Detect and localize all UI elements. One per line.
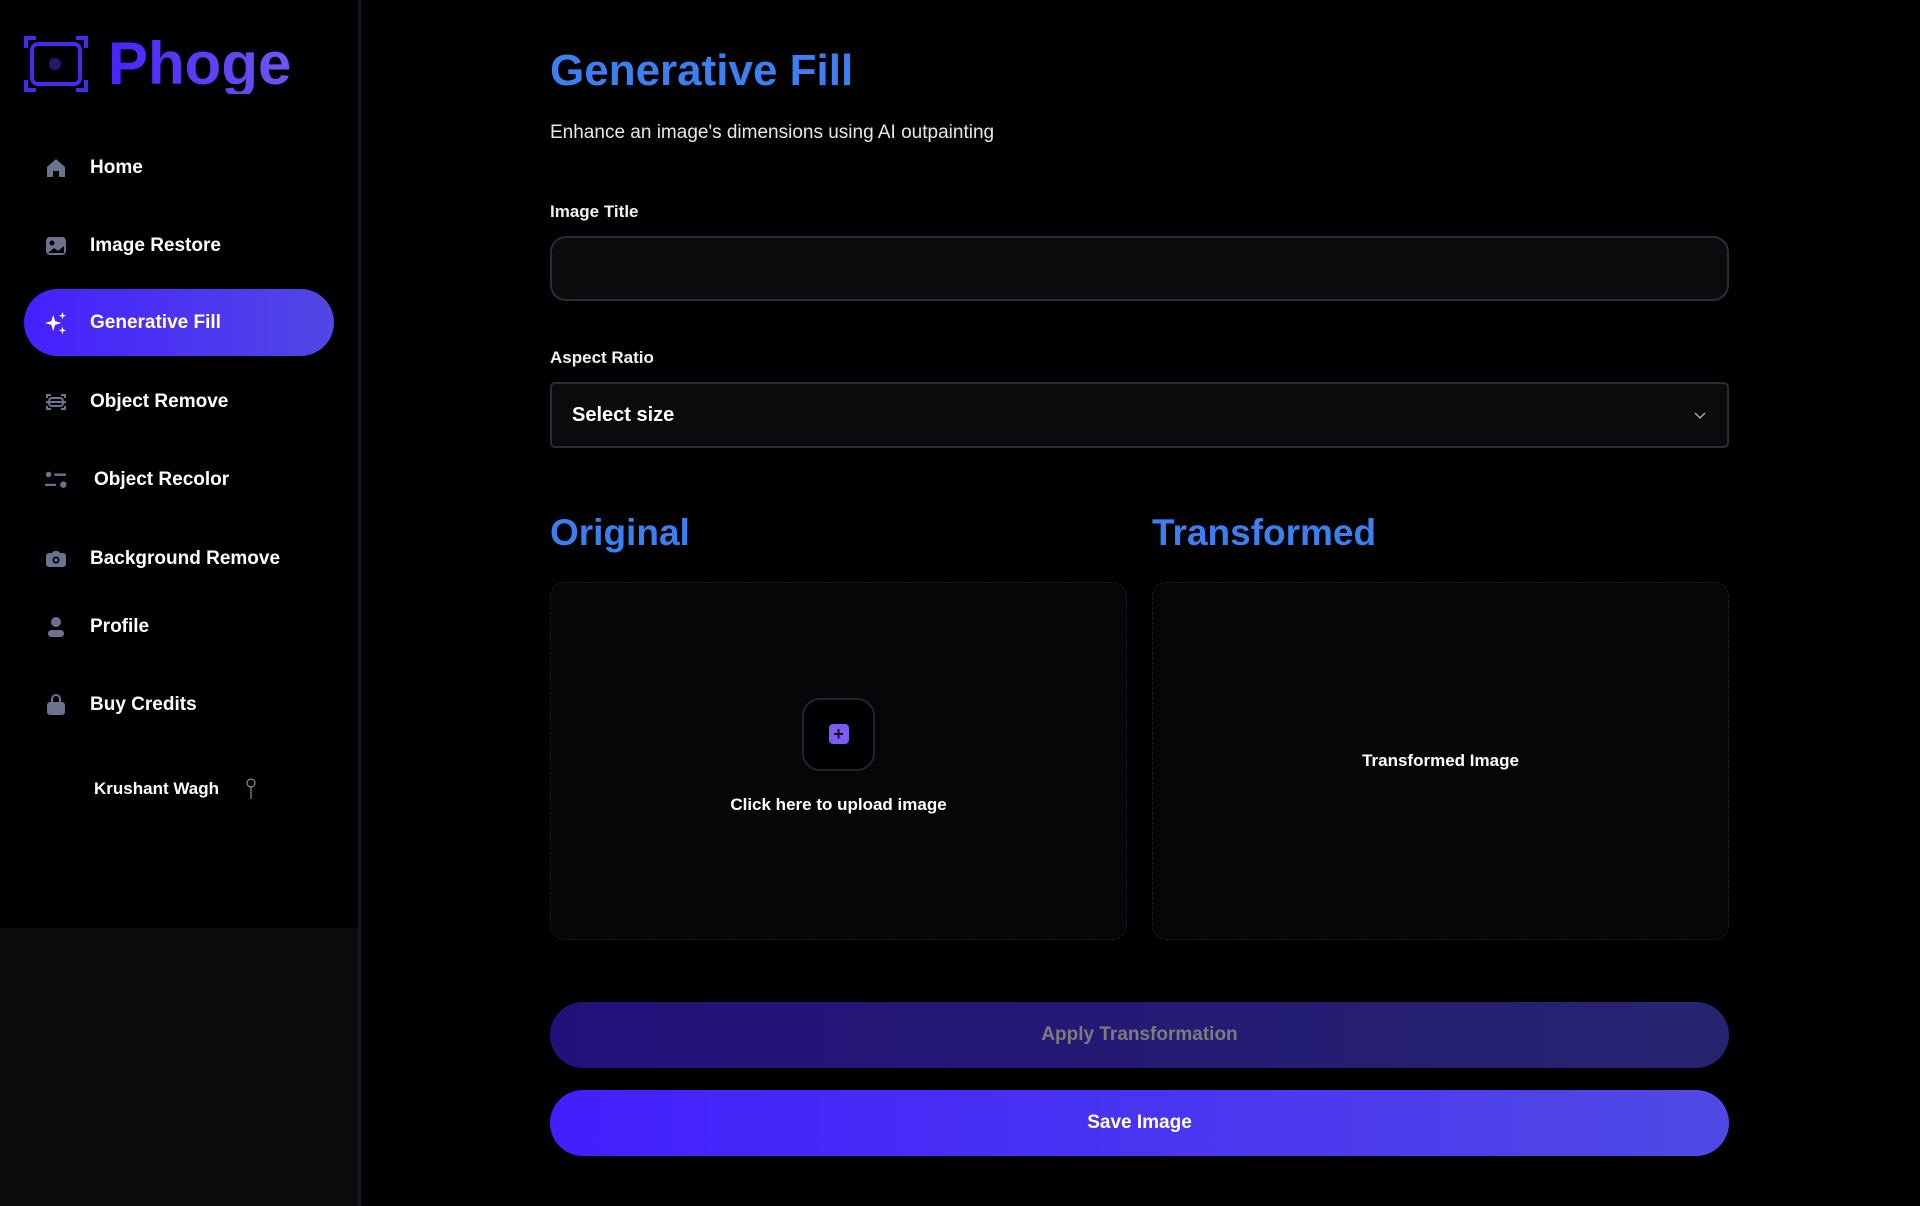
scan-icon [44, 390, 68, 414]
sidebar-item-label: Background Remove [90, 547, 281, 569]
apply-transformation-button[interactable]: Apply Transformation [550, 1002, 1729, 1068]
upload-text: Click here to upload image [730, 794, 947, 814]
bag-icon [44, 693, 68, 717]
sidebar: Phoge Home Image Restore Generative Fill… [0, 0, 361, 1206]
sidebar-item-buy-credits[interactable]: Buy Credits [24, 671, 334, 738]
sidebar-item-image-restore[interactable]: Image Restore [24, 212, 334, 279]
transformed-heading: Transformed [1152, 512, 1377, 553]
sidebar-footer [0, 928, 358, 1206]
camera-icon [44, 547, 68, 571]
logo-icon [24, 36, 88, 92]
upload-button[interactable]: + [802, 697, 875, 771]
sidebar-item-home[interactable]: Home [24, 134, 334, 201]
sidebar-item-label: Generative Fill [90, 311, 221, 333]
sidebar-item-profile[interactable]: Profile [24, 593, 334, 660]
user-profile[interactable]: Krushant Wagh [94, 778, 257, 800]
home-icon [44, 156, 68, 180]
image-title-label: Image Title [550, 202, 639, 221]
sparkles-icon [44, 311, 68, 335]
original-heading: Original [550, 512, 690, 553]
image-icon [44, 234, 68, 258]
sidebar-item-label: Home [90, 156, 143, 178]
sidebar-item-object-recolor[interactable]: Object Recolor [24, 446, 334, 513]
user-icon [44, 615, 68, 639]
sidebar-item-background-remove[interactable]: Background Remove [24, 525, 334, 592]
sidebar-item-label: Object Remove [90, 390, 229, 412]
brand-name: Phoge [108, 30, 292, 97]
plus-icon: + [828, 724, 849, 744]
avatar-icon [246, 778, 256, 799]
upload-area[interactable]: + Click here to upload image [550, 582, 1127, 940]
aspect-ratio-value: Select size [572, 403, 675, 426]
transformed-placeholder: Transformed Image [1362, 751, 1519, 770]
sidebar-item-label: Object Recolor [94, 468, 230, 490]
transformed-image-area: Transformed Image [1152, 582, 1729, 940]
sidebar-item-label: Profile [90, 615, 150, 637]
filter-icon [44, 468, 68, 492]
user-name: Krushant Wagh [94, 779, 219, 798]
chevron-down-icon [1694, 412, 1706, 420]
sidebar-item-label: Image Restore [90, 234, 221, 256]
aspect-ratio-select[interactable]: Select size [550, 382, 1729, 448]
page-title: Generative Fill [550, 46, 854, 95]
image-title-input[interactable] [550, 236, 1729, 301]
sidebar-item-object-remove[interactable]: Object Remove [24, 368, 334, 435]
logo[interactable]: Phoge [24, 34, 291, 94]
sidebar-item-label: Buy Credits [90, 693, 197, 715]
sidebar-item-generative-fill[interactable]: Generative Fill [24, 289, 334, 356]
page-subtitle: Enhance an image's dimensions using AI o… [550, 122, 995, 143]
aspect-ratio-label: Aspect Ratio [550, 348, 654, 367]
save-image-button[interactable]: Save Image [550, 1090, 1729, 1156]
